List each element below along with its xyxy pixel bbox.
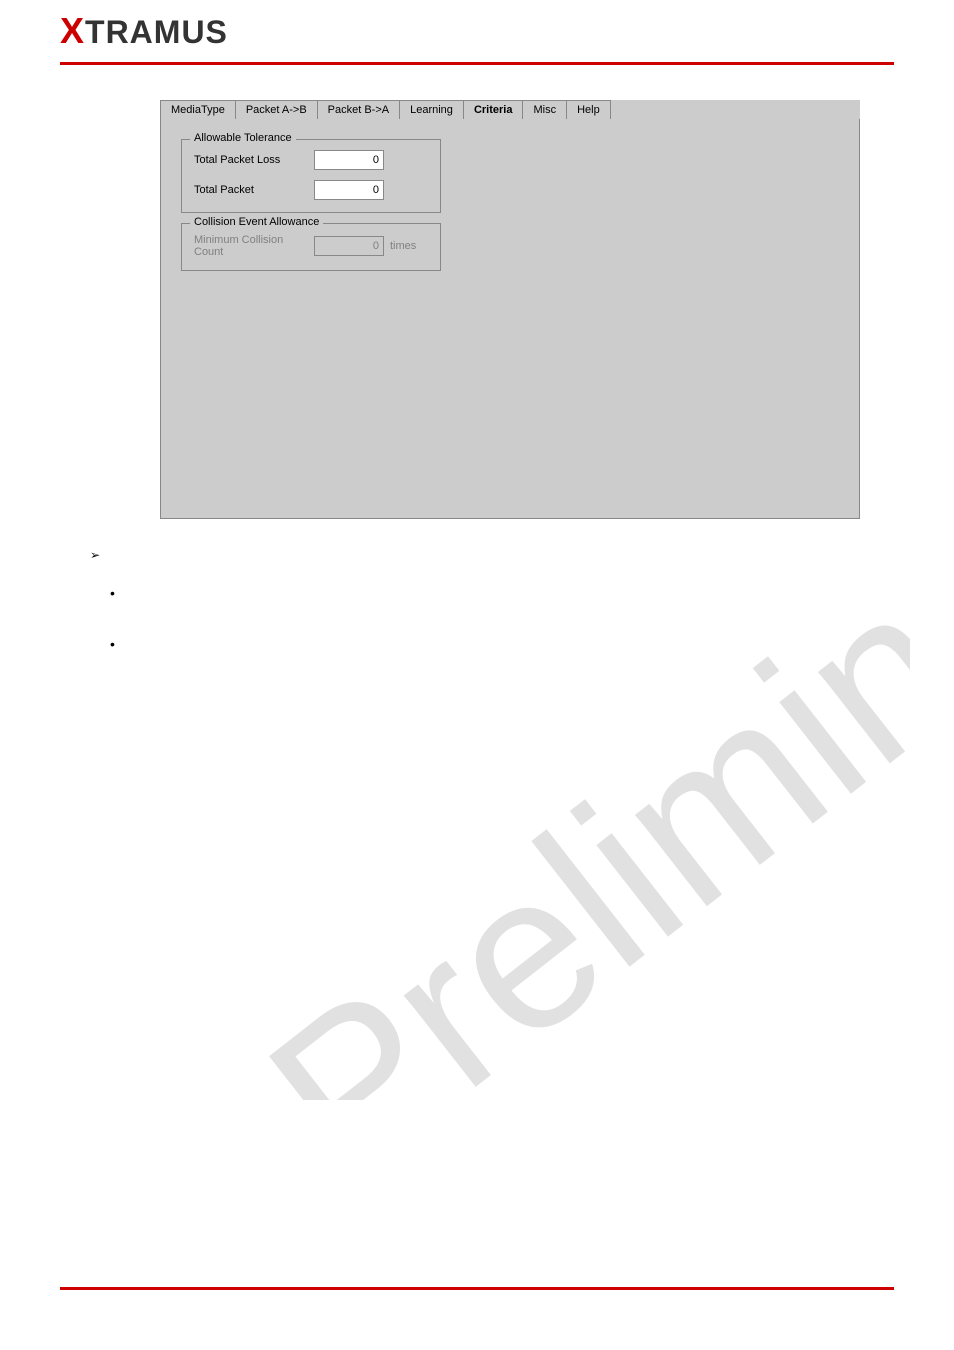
label-total-packet: Total Packet bbox=[194, 184, 314, 196]
groupbox-allowable-tolerance: Allowable Tolerance Total Packet Loss To… bbox=[181, 139, 441, 213]
groupbox-title-collision: Collision Event Allowance bbox=[190, 216, 323, 228]
tab-packet-b-a[interactable]: Packet B->A bbox=[317, 100, 400, 119]
suffix-times: times bbox=[390, 240, 416, 252]
row-total-packet-loss: Total Packet Loss bbox=[194, 150, 428, 170]
logo-rest: TRAMUS bbox=[85, 14, 228, 50]
groupbox-collision-event: Collision Event Allowance Minimum Collis… bbox=[181, 223, 441, 271]
label-total-packet-loss: Total Packet Loss bbox=[194, 154, 314, 166]
bullet-dot-1: • bbox=[110, 574, 115, 613]
row-total-packet: Total Packet bbox=[194, 180, 428, 200]
tab-misc[interactable]: Misc bbox=[522, 100, 567, 119]
input-total-packet[interactable] bbox=[314, 180, 384, 200]
brand-logo: XTRAMUS bbox=[60, 10, 894, 52]
footer-divider bbox=[60, 1287, 894, 1290]
tab-mediatype[interactable]: MediaType bbox=[160, 100, 236, 119]
input-min-collision-count bbox=[314, 236, 384, 256]
tab-content-criteria: Allowable Tolerance Total Packet Loss To… bbox=[160, 119, 860, 519]
groupbox-title-tolerance: Allowable Tolerance bbox=[190, 132, 296, 144]
tab-criteria[interactable]: Criteria bbox=[463, 100, 524, 119]
header-divider bbox=[60, 62, 894, 65]
tab-learning[interactable]: Learning bbox=[399, 100, 464, 119]
bullet-dot-2: • bbox=[110, 625, 115, 664]
row-min-collision-count: Minimum Collision Count times bbox=[194, 234, 428, 258]
bullet-list: ➢ • • bbox=[90, 548, 115, 664]
tab-packet-a-b[interactable]: Packet A->B bbox=[235, 100, 318, 119]
logo-x: X bbox=[60, 10, 85, 51]
tab-help[interactable]: Help bbox=[566, 100, 611, 119]
tab-bar: MediaType Packet A->B Packet B->A Learni… bbox=[160, 100, 860, 119]
label-min-collision-count: Minimum Collision Count bbox=[194, 234, 314, 258]
input-total-packet-loss[interactable] bbox=[314, 150, 384, 170]
dialog-panel: MediaType Packet A->B Packet B->A Learni… bbox=[160, 100, 860, 519]
bullet-arrow: ➢ bbox=[90, 548, 115, 562]
